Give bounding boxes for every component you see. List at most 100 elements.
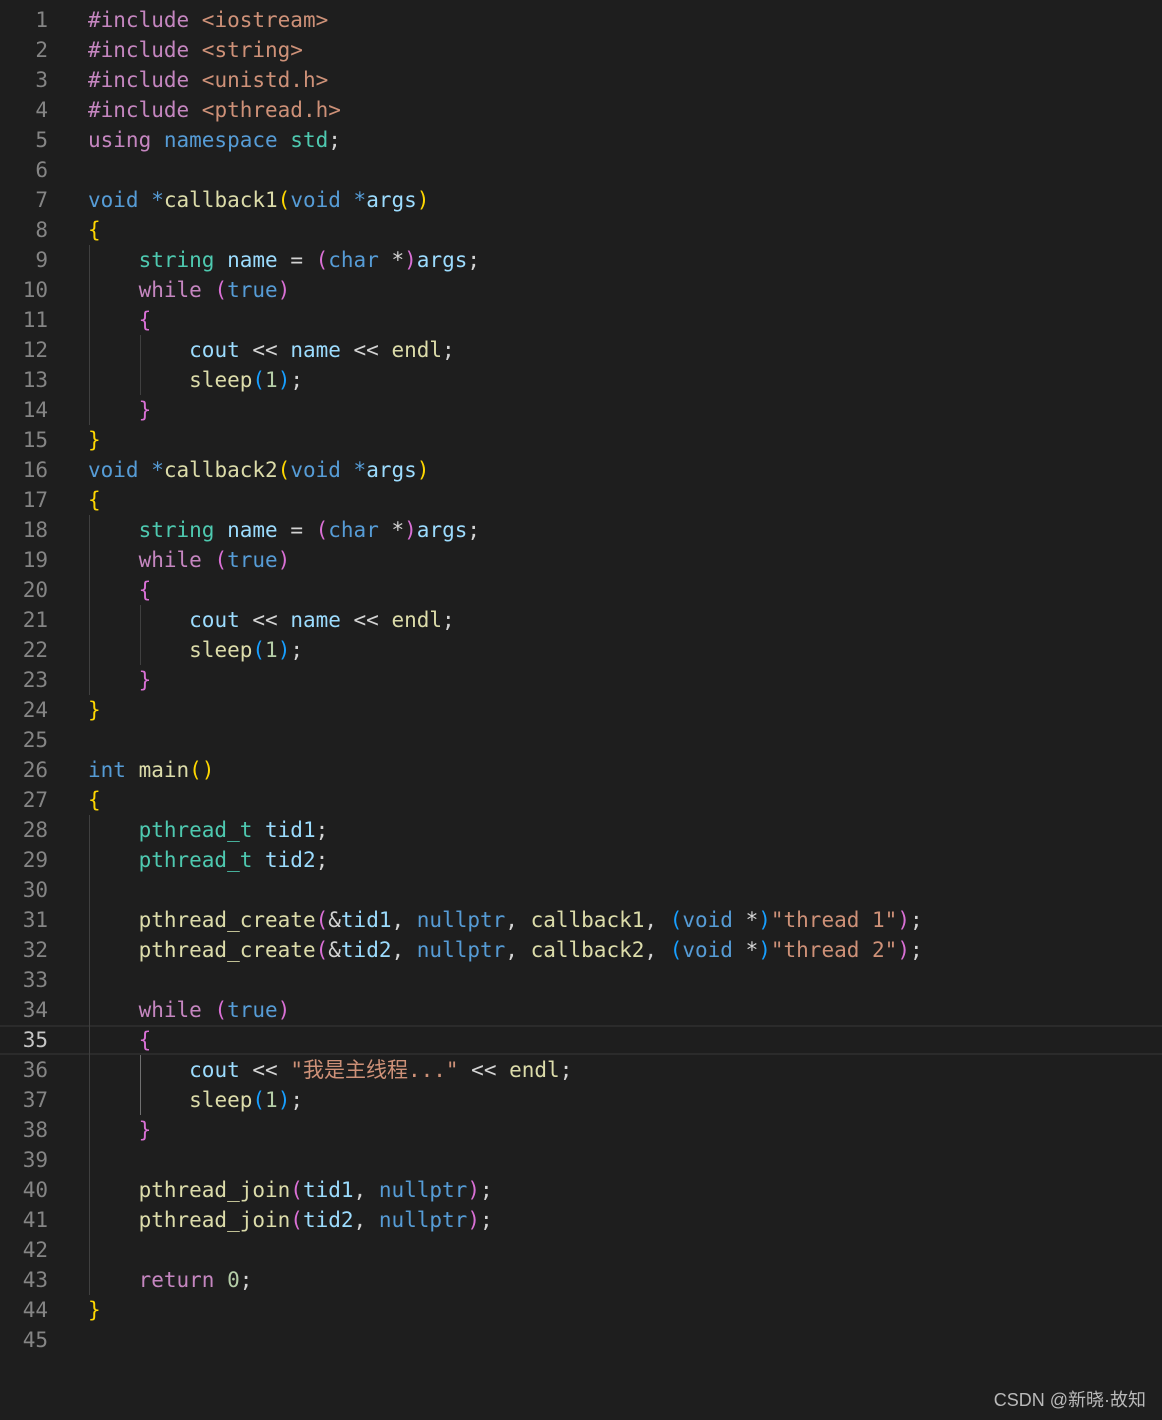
code-text[interactable]: pthread_t tid1; [88,815,329,845]
code-line[interactable]: 26 int main() [0,755,1162,785]
code-line[interactable]: 6 [0,155,1162,185]
code-line[interactable]: 38 } [0,1115,1162,1145]
code-text[interactable]: cout << name << endl; [88,605,455,635]
code-line[interactable]: 37 sleep(1); [0,1085,1162,1115]
code-token: tid2 [302,1208,354,1232]
code-text[interactable]: } [88,695,101,725]
code-line[interactable]: 28 pthread_t tid1; [0,815,1162,845]
code-token: int [88,758,139,782]
code-token: while [138,278,215,302]
code-token: , [391,908,417,932]
code-text[interactable]: string name = (char *)args; [88,245,480,275]
code-line[interactable]: 43 return 0; [0,1265,1162,1295]
code-text[interactable]: { [88,485,101,515]
code-text[interactable]: { [88,1027,152,1053]
code-line[interactable]: 24} [0,695,1162,725]
line-number: 24 [22,698,48,722]
code-line[interactable]: 7 void *callback1(void *args) [0,185,1162,215]
code-line[interactable]: 9 string name = (char *)args; [0,245,1162,275]
code-text[interactable]: sleep(1); [88,635,303,665]
code-text[interactable]: } [88,1115,152,1145]
code-line[interactable]: 20 { [0,575,1162,605]
code-line[interactable]: 45 [0,1325,1162,1355]
code-line[interactable]: 27 { [0,785,1162,815]
code-text[interactable]: #include <iostream> [88,5,328,35]
code-text[interactable]: pthread_join(tid2, nullptr); [88,1205,493,1235]
code-token: ) [467,1208,480,1232]
code-text[interactable]: { [88,305,152,335]
code-text[interactable]: sleep(1); [88,365,303,395]
code-token: ( [214,998,228,1022]
code-line[interactable]: 21 cout << name << endl; [0,605,1162,635]
code-token: = [290,248,316,272]
code-line[interactable]: 1 #include <iostream> [0,5,1162,35]
code-text[interactable]: int main() [88,755,214,785]
code-text[interactable]: while (true) [88,995,291,1025]
code-text[interactable]: { [88,215,101,245]
code-text[interactable]: sleep(1); [88,1085,303,1115]
code-line[interactable]: 14 } [0,395,1162,425]
code-line[interactable]: 35 { [0,1025,1162,1055]
code-line[interactable]: 41 pthread_join(tid2, nullptr); [0,1205,1162,1235]
code-line[interactable]: 16 void *callback2(void *args) [0,455,1162,485]
code-text[interactable]: void *callback2(void *args) [88,455,429,485]
code-line[interactable]: 29 pthread_t tid2; [0,845,1162,875]
code-line[interactable]: 17 { [0,485,1162,515]
code-text[interactable]: pthread_t tid2; [88,845,329,875]
code-text[interactable]: { [88,785,101,815]
code-text[interactable]: pthread_create(&tid2, nullptr, callback2… [88,935,923,965]
code-line[interactable]: 5 using namespace std; [0,125,1162,155]
code-token: << [353,608,392,632]
code-token: ) [277,1088,291,1112]
code-text[interactable]: using namespace std; [88,125,341,155]
code-text[interactable]: while (true) [88,545,291,575]
code-text[interactable]: pthread_join(tid1, nullptr); [88,1175,493,1205]
code-text[interactable]: void *callback1(void *args) [88,185,429,215]
code-line[interactable]: 23 } [0,665,1162,695]
code-line[interactable]: 15} [0,425,1162,455]
code-editor[interactable]: 1 #include <iostream> 2 #include <string> 3 #… [0,0,1162,1420]
code-line[interactable]: 25 [0,725,1162,755]
code-text[interactable]: #include <unistd.h> [88,65,328,95]
code-line[interactable]: 19 while (true) [0,545,1162,575]
code-line[interactable]: 36 cout << "我是主线程..." << endl; [0,1055,1162,1085]
code-line[interactable]: 30 [0,875,1162,905]
code-text[interactable]: { [88,575,152,605]
code-line[interactable]: 4 #include <pthread.h> [0,95,1162,125]
code-text[interactable]: cout << "我是主线程..." << endl; [88,1055,572,1085]
code-line[interactable]: 11 { [0,305,1162,335]
code-text[interactable]: } [88,395,152,425]
code-text[interactable]: return 0; [88,1265,253,1295]
code-text[interactable]: cout << name << endl; [88,335,455,365]
code-line[interactable]: 32 pthread_create(&tid2, nullptr, callba… [0,935,1162,965]
code-line[interactable]: 42 [0,1235,1162,1265]
code-line[interactable]: 39 [0,1145,1162,1175]
code-line[interactable]: 3 #include <unistd.h> [0,65,1162,95]
code-text[interactable]: } [88,425,101,455]
code-line[interactable]: 12 cout << name << endl; [0,335,1162,365]
code-line[interactable]: 2 #include <string> [0,35,1162,65]
code-text[interactable]: string name = (char *)args; [88,515,480,545]
code-line[interactable]: 10 while (true) [0,275,1162,305]
code-text[interactable]: #include <string> [88,35,303,65]
code-line[interactable]: 22 sleep(1); [0,635,1162,665]
code-text[interactable]: } [88,1295,101,1325]
code-text[interactable]: #include <pthread.h> [88,95,341,125]
code-line[interactable]: 8{ [0,215,1162,245]
code-text[interactable]: pthread_create(&tid1, nullptr, callback1… [88,905,923,935]
code-token: ; [559,1058,573,1082]
code-line[interactable]: 33 [0,965,1162,995]
code-line[interactable]: 18 string name = (char *)args; [0,515,1162,545]
code-token: } [138,668,152,692]
code-line[interactable]: 13 sleep(1); [0,365,1162,395]
code-line[interactable]: 40 pthread_join(tid1, nullptr); [0,1175,1162,1205]
code-line[interactable]: 44} [0,1295,1162,1325]
code-text[interactable]: } [88,665,152,695]
code-text[interactable]: while (true) [88,275,291,305]
code-line[interactable]: 34 while (true) [0,995,1162,1025]
code-line[interactable]: 31 pthread_create(&tid1, nullptr, callba… [0,905,1162,935]
